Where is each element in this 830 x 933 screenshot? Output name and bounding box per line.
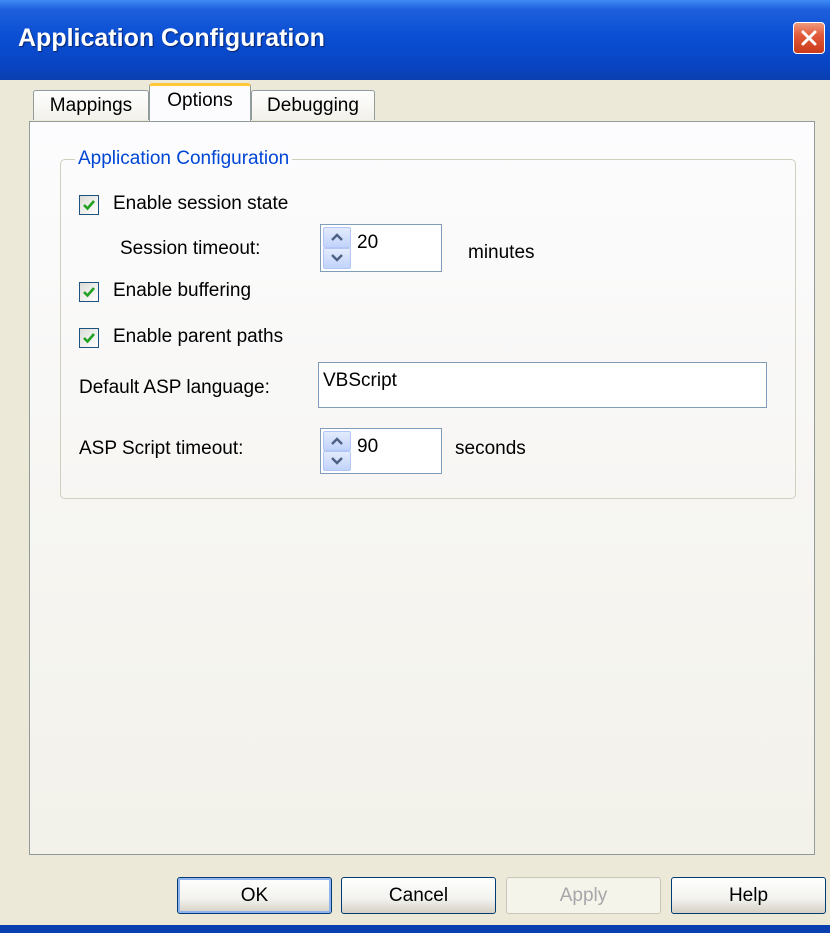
cancel-button[interactable]: Cancel [341, 877, 496, 914]
session-timeout-value: 20 [357, 232, 379, 253]
arrow-up-icon [331, 233, 343, 241]
asp-script-timeout-label: ASP Script timeout: [79, 438, 244, 459]
close-button[interactable] [793, 22, 825, 54]
session-timeout-spinner[interactable]: 20 [320, 224, 442, 272]
apply-button[interactable]: Apply [506, 877, 661, 914]
script-timeout-down-button[interactable] [323, 451, 351, 471]
tab-options-label: Options [167, 90, 233, 111]
asp-script-timeout-unit: seconds [455, 438, 526, 459]
window-bottom-border [0, 925, 830, 933]
cancel-button-label: Cancel [388, 885, 449, 906]
session-timeout-label: Session timeout: [120, 238, 261, 259]
close-icon [801, 30, 817, 46]
title-bar[interactable]: Application Configuration [0, 0, 830, 80]
asp-script-timeout-value: 90 [357, 436, 379, 457]
tab-debugging[interactable]: Debugging [251, 90, 375, 120]
checkmark-icon [83, 333, 95, 344]
enable-buffering-checkbox[interactable] [79, 282, 99, 302]
enable-session-state-label[interactable]: Enable session state [113, 193, 288, 215]
default-asp-language-input[interactable]: VBScript [318, 362, 767, 408]
ok-button[interactable]: OK [177, 877, 332, 914]
default-asp-language-label: Default ASP language: [79, 377, 270, 398]
arrow-down-icon [331, 254, 343, 262]
help-button-label: Help [728, 885, 769, 906]
window-title: Application Configuration [18, 24, 325, 52]
script-timeout-up-button[interactable] [323, 431, 351, 451]
help-button[interactable]: Help [671, 877, 826, 914]
tab-debugging-label: Debugging [267, 95, 359, 116]
checkmark-icon [83, 287, 95, 298]
asp-script-timeout-spinner[interactable]: 90 [320, 428, 442, 474]
checkmark-icon [83, 200, 95, 211]
enable-parent-paths-checkbox[interactable] [79, 328, 99, 348]
tab-mappings[interactable]: Mappings [33, 90, 149, 120]
default-asp-language-value: VBScript [323, 370, 397, 391]
enable-session-state-checkbox[interactable] [79, 195, 99, 215]
tab-mappings-label: Mappings [49, 95, 133, 116]
arrow-up-icon [331, 437, 343, 445]
enable-parent-paths-label[interactable]: Enable parent paths [113, 326, 283, 348]
session-timeout-unit: minutes [468, 242, 535, 263]
tab-options[interactable]: Options [149, 83, 251, 121]
ok-button-label: OK [240, 885, 269, 906]
arrow-down-icon [331, 457, 343, 465]
group-title: Application Configuration [75, 148, 293, 170]
session-timeout-down-button[interactable] [323, 248, 351, 269]
apply-button-label: Apply [559, 885, 608, 906]
session-timeout-up-button[interactable] [323, 227, 351, 248]
enable-buffering-label[interactable]: Enable buffering [113, 280, 251, 302]
